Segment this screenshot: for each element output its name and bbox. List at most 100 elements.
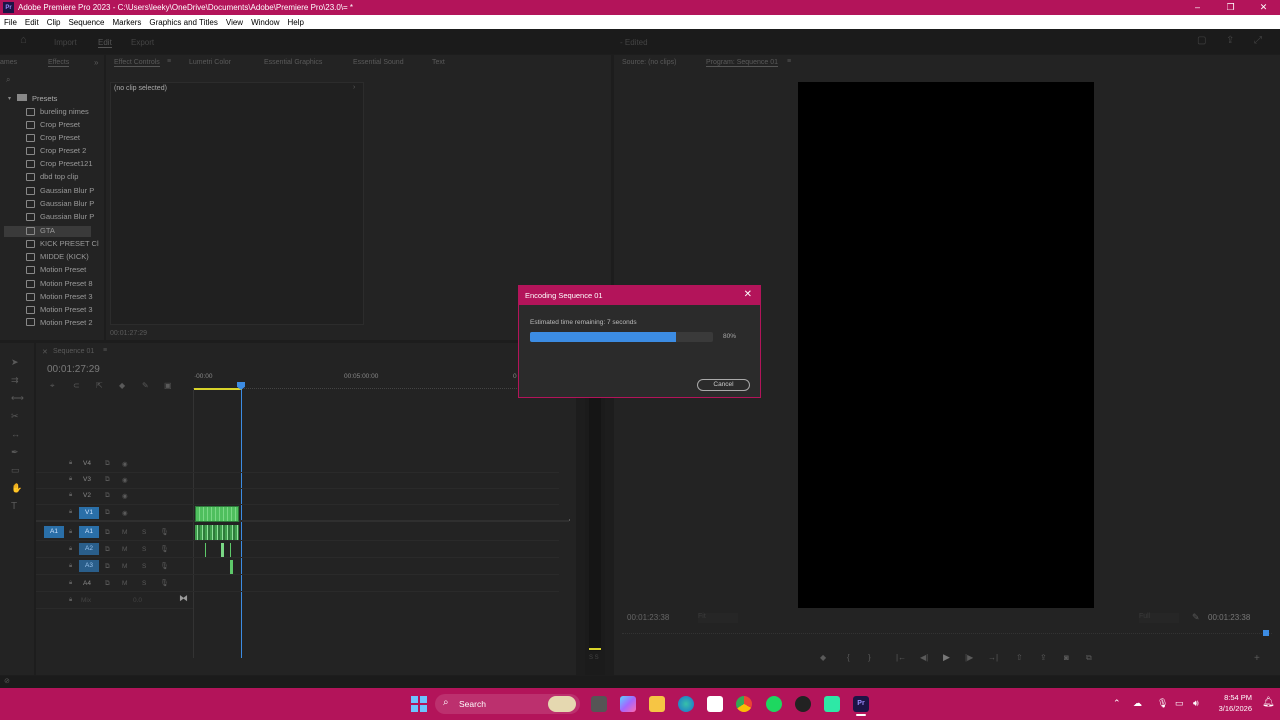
nest-icon[interactable]: ⇱ bbox=[96, 381, 103, 390]
audio-clip-a3[interactable] bbox=[230, 560, 233, 574]
preset-item[interactable]: Motion Preset 8 bbox=[26, 279, 93, 288]
wrench-icon[interactable]: ✎ bbox=[1192, 612, 1200, 623]
track-target-a2[interactable]: A2 bbox=[79, 543, 99, 555]
volume-icon[interactable]: 🔊︎ bbox=[1193, 698, 1199, 709]
microphone-tray-icon[interactable]: 🎙︎ bbox=[1157, 698, 1168, 709]
premiere-taskbar-icon[interactable]: Pr bbox=[853, 696, 869, 712]
tab-menu-icon[interactable]: ≡ bbox=[167, 58, 171, 65]
step-back-icon[interactable]: ◀| bbox=[920, 653, 928, 662]
captions-icon[interactable]: ▣ bbox=[164, 381, 172, 390]
tab-effect-controls[interactable]: Effect Controls bbox=[114, 59, 160, 67]
chrome-icon[interactable] bbox=[736, 696, 752, 712]
preset-item[interactable]: Gaussian Blur P bbox=[26, 212, 94, 221]
sync-lock-icon[interactable]: ⧉ bbox=[105, 492, 110, 500]
menu-file[interactable]: File bbox=[0, 18, 21, 27]
track-target-a1[interactable]: A1 bbox=[79, 526, 99, 538]
taskbar-time[interactable]: 8:54 PM bbox=[1208, 693, 1252, 702]
audio-clip-a1[interactable] bbox=[195, 525, 239, 540]
capcut-icon[interactable] bbox=[824, 696, 840, 712]
menu-graphics-and-titles[interactable]: Graphics and Titles bbox=[145, 18, 221, 27]
settings-wrench-icon[interactable]: ✎ bbox=[142, 381, 149, 390]
microphone-icon[interactable]: 🎙︎ bbox=[160, 528, 169, 536]
playhead-timecode[interactable]: 00:01:23:38 bbox=[627, 613, 669, 622]
track-target-v1[interactable]: V1 bbox=[79, 507, 99, 519]
lock-icon[interactable]: 🔒︎ bbox=[69, 563, 72, 570]
preset-item[interactable]: Gaussian Blur P bbox=[26, 186, 94, 195]
microphone-icon[interactable]: 🎙︎ bbox=[160, 545, 169, 553]
tab-menu-icon[interactable]: ≡ bbox=[103, 347, 107, 354]
menu-sequence[interactable]: Sequence bbox=[64, 18, 108, 27]
tab-sequence[interactable]: Sequence 01 bbox=[53, 348, 94, 355]
lock-icon[interactable]: 🔒︎ bbox=[69, 460, 72, 467]
preset-item[interactable]: Crop Preset 2 bbox=[26, 146, 86, 155]
tab-import[interactable]: Import bbox=[54, 38, 77, 47]
edge-icon[interactable] bbox=[678, 696, 694, 712]
copilot-icon[interactable] bbox=[620, 696, 636, 712]
sync-lock-icon[interactable]: ⧉ bbox=[105, 460, 110, 468]
tab-text[interactable]: Text bbox=[432, 59, 445, 66]
lift-icon[interactable]: ⇧ bbox=[1016, 653, 1023, 662]
close-button[interactable]: ✕ bbox=[1247, 0, 1280, 15]
step-forward-icon[interactable]: |▶ bbox=[965, 653, 973, 662]
eye-icon[interactable]: ◉ bbox=[122, 476, 128, 484]
mute-icon[interactable]: M bbox=[122, 529, 127, 536]
play-icon[interactable]: ▶ bbox=[943, 652, 950, 663]
preset-item[interactable]: Crop Preset121 bbox=[26, 159, 93, 168]
sync-lock-icon[interactable]: ⧉ bbox=[105, 546, 110, 554]
onedrive-icon[interactable]: ☁ bbox=[1133, 698, 1142, 709]
tab-export[interactable]: Export bbox=[131, 38, 154, 47]
windows-start-icon[interactable] bbox=[411, 696, 427, 712]
minimize-button[interactable]: – bbox=[1181, 0, 1214, 15]
tab-program[interactable]: Program: Sequence 01 bbox=[706, 59, 778, 67]
mute-icon[interactable]: M bbox=[122, 580, 127, 587]
maximize-button[interactable]: ❐ bbox=[1214, 0, 1247, 15]
mute-icon[interactable]: M bbox=[122, 563, 127, 570]
razor-tool-icon[interactable]: ✂ bbox=[11, 411, 19, 422]
share-icon[interactable]: ⇪ bbox=[1226, 35, 1234, 46]
timeline-ruler[interactable] bbox=[193, 383, 573, 389]
chevron-right-icon[interactable]: › bbox=[353, 84, 355, 91]
sync-lock-icon[interactable]: ⧉ bbox=[105, 529, 110, 537]
hand-tool-icon[interactable]: ✋ bbox=[11, 483, 22, 494]
preset-item[interactable]: KICK PRESET Cl bbox=[26, 239, 99, 248]
extract-icon[interactable]: ⇪ bbox=[1040, 653, 1047, 662]
preset-item[interactable]: Gaussian Blur P bbox=[26, 199, 94, 208]
tab-essential-sound[interactable]: Essential Sound bbox=[353, 59, 404, 66]
video-clip-v1[interactable] bbox=[195, 506, 239, 522]
menu-clip[interactable]: Clip bbox=[43, 18, 65, 27]
tray-overflow-icon[interactable]: ⌃ bbox=[1113, 698, 1121, 709]
mute-icon[interactable]: M bbox=[122, 546, 127, 553]
mark-out-icon[interactable]: } bbox=[868, 653, 871, 662]
lock-icon[interactable]: 🔒︎ bbox=[69, 492, 72, 499]
presets-folder[interactable]: Presets bbox=[32, 94, 57, 103]
fullscreen-icon[interactable]: ⤢ bbox=[1254, 35, 1262, 46]
source-patch-a1[interactable]: A1 bbox=[44, 526, 64, 538]
spotify-icon[interactable] bbox=[766, 696, 782, 712]
track-label-a4[interactable]: A4 bbox=[83, 580, 91, 587]
go-to-in-icon[interactable]: |← bbox=[896, 653, 906, 662]
pen-tool-icon[interactable]: ✒ bbox=[11, 447, 19, 458]
eye-icon[interactable]: ◉ bbox=[122, 509, 128, 517]
sync-lock-icon[interactable]: ⧉ bbox=[105, 476, 110, 484]
taskbar-date[interactable]: 3/16/2026 bbox=[1208, 704, 1252, 713]
notifications-icon[interactable]: 🔔︎ bbox=[1262, 697, 1275, 708]
tab-source[interactable]: Source: (no clips) bbox=[622, 59, 676, 66]
microsoft-store-icon[interactable] bbox=[707, 696, 723, 712]
preset-item[interactable]: dbd top clip bbox=[26, 172, 78, 181]
menu-view[interactable]: View bbox=[222, 18, 247, 27]
dialog-close-icon[interactable]: ✕ bbox=[744, 289, 752, 300]
add-marker-icon[interactable]: ◆ bbox=[119, 381, 125, 390]
track-label-v2[interactable]: V2 bbox=[83, 492, 91, 499]
panel-overflow-icon[interactable]: » bbox=[94, 58, 98, 67]
lock-icon[interactable]: 🔒︎ bbox=[69, 509, 72, 516]
menu-help[interactable]: Help bbox=[284, 18, 308, 27]
track-label-v3[interactable]: V3 bbox=[83, 476, 91, 483]
tab-project[interactable]: ames bbox=[0, 59, 17, 66]
file-explorer-icon[interactable] bbox=[649, 696, 665, 712]
preset-item[interactable]: Crop Preset bbox=[26, 133, 80, 142]
preset-item[interactable]: Motion Preset 3 bbox=[26, 305, 93, 314]
meter-solo-icon[interactable]: S S bbox=[589, 655, 599, 661]
tab-edit[interactable]: Edit bbox=[98, 38, 112, 48]
lock-icon[interactable]: 🔒︎ bbox=[69, 597, 72, 604]
lock-icon[interactable]: 🔒︎ bbox=[69, 529, 72, 536]
